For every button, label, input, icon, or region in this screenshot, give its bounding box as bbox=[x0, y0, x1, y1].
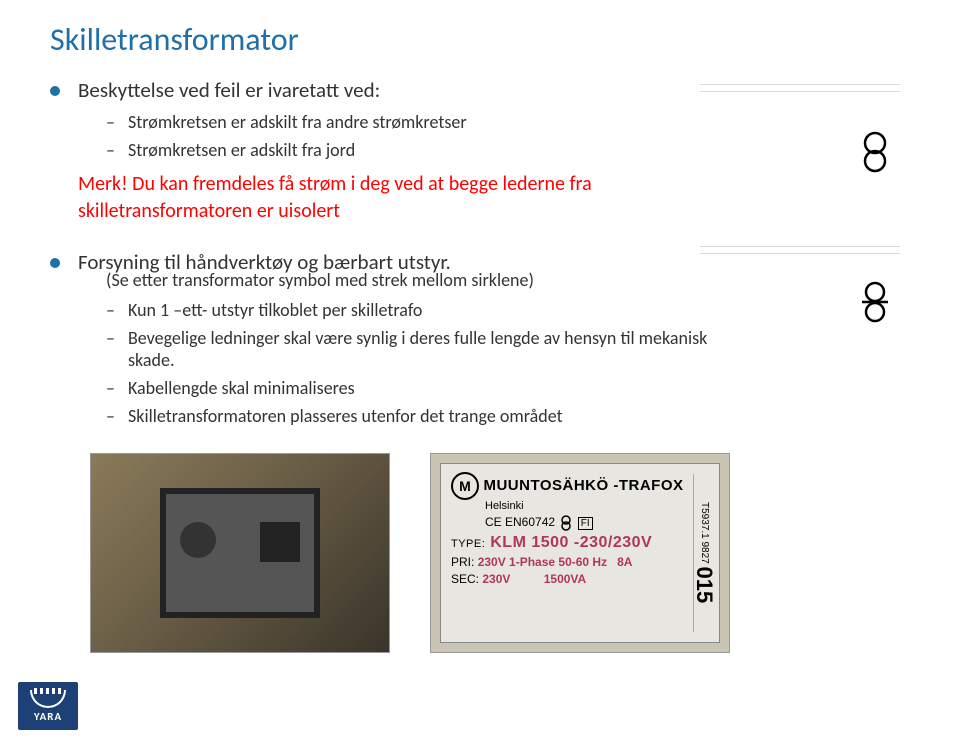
label-cert: CE EN60742 FI bbox=[485, 515, 709, 531]
sub-item: Skilletransformatoren plasseres utenfor … bbox=[78, 405, 750, 427]
label-sec-value: 230V bbox=[482, 572, 510, 586]
photo-row: M MUUNTOSÄHKÖ -TRAFOX Helsinki CE EN6074… bbox=[90, 453, 910, 653]
label-type: TYPE: KLM 1500 -230/230V bbox=[451, 534, 709, 552]
label-sec-va: 1500VA bbox=[544, 572, 586, 586]
isolating-transformer-symbol-icon bbox=[860, 280, 890, 329]
label-side: T5937.1 9827 015 bbox=[693, 474, 717, 632]
yara-logo-text: YARA bbox=[34, 710, 62, 723]
sub-item: Strømkretsen er adskilt fra andre strømk… bbox=[78, 111, 750, 133]
label-city: Helsinki bbox=[485, 500, 709, 512]
sub-list: Kun 1 –ett- utstyr tilkoblet per skillet… bbox=[78, 299, 750, 427]
label-plate: M MUUNTOSÄHKÖ -TRAFOX Helsinki CE EN6074… bbox=[440, 463, 720, 643]
yara-logo-icon bbox=[30, 690, 66, 708]
label-side-num: 015 bbox=[692, 567, 717, 604]
label-plate-photo: M MUUNTOSÄHKÖ -TRAFOX Helsinki CE EN6074… bbox=[430, 453, 730, 653]
bullet-item: Beskyttelse ved feil er ivaretatt ved: S… bbox=[50, 77, 750, 161]
section-1: Beskyttelse ved feil er ivaretatt ved: S… bbox=[50, 77, 750, 161]
transformer-device-graphic bbox=[160, 488, 320, 618]
bullet-item: Forsyning til håndverktøy og bærbart uts… bbox=[50, 249, 750, 427]
warning-text: Merk! Du kan fremdeles få strøm i deg ve… bbox=[78, 171, 750, 225]
label-cert-text: CE EN60742 bbox=[485, 515, 555, 529]
sub-item: Bevegelige ledninger skal være synlig i … bbox=[78, 327, 750, 371]
label-brand: MUUNTOSÄHKÖ -TRAFOX bbox=[483, 477, 683, 494]
section-2: Forsyning til håndverktøy og bærbart uts… bbox=[50, 249, 750, 427]
label-side-code: T5937.1 9827 bbox=[699, 502, 710, 564]
page-title: Skilletransformator bbox=[50, 20, 910, 59]
label-pri-amp: 8A bbox=[617, 555, 632, 569]
yara-logo: YARA bbox=[18, 682, 78, 730]
brand-logo-icon: M bbox=[451, 472, 479, 500]
transformer-photo bbox=[90, 453, 390, 653]
label-sec-label: SEC: bbox=[451, 572, 479, 586]
sub-item: Kabellengde skal minimaliseres bbox=[78, 377, 750, 399]
sub-list: Strømkretsen er adskilt fra andre strømk… bbox=[78, 111, 750, 161]
label-type-value: KLM 1500 -230/230V bbox=[490, 534, 652, 551]
transformer-symbol-icon bbox=[860, 130, 890, 179]
label-type-label: TYPE: bbox=[451, 538, 485, 550]
label-pri: PRI: 230V 1-Phase 50-60 Hz 8A bbox=[451, 555, 709, 569]
label-sec: SEC: 230V 1500VA bbox=[451, 572, 709, 586]
sub-item: Strømkretsen er adskilt fra jord bbox=[78, 139, 750, 161]
label-pri-label: PRI: bbox=[451, 555, 474, 569]
label-pri-value: 230V 1-Phase 50-60 Hz bbox=[478, 555, 607, 569]
bullet-heading: Beskyttelse ved feil er ivaretatt ved: bbox=[78, 77, 380, 103]
sub-item: Kun 1 –ett- utstyr tilkoblet per skillet… bbox=[78, 299, 750, 321]
bullet-note: (Se etter transformator symbol med strek… bbox=[106, 269, 750, 291]
